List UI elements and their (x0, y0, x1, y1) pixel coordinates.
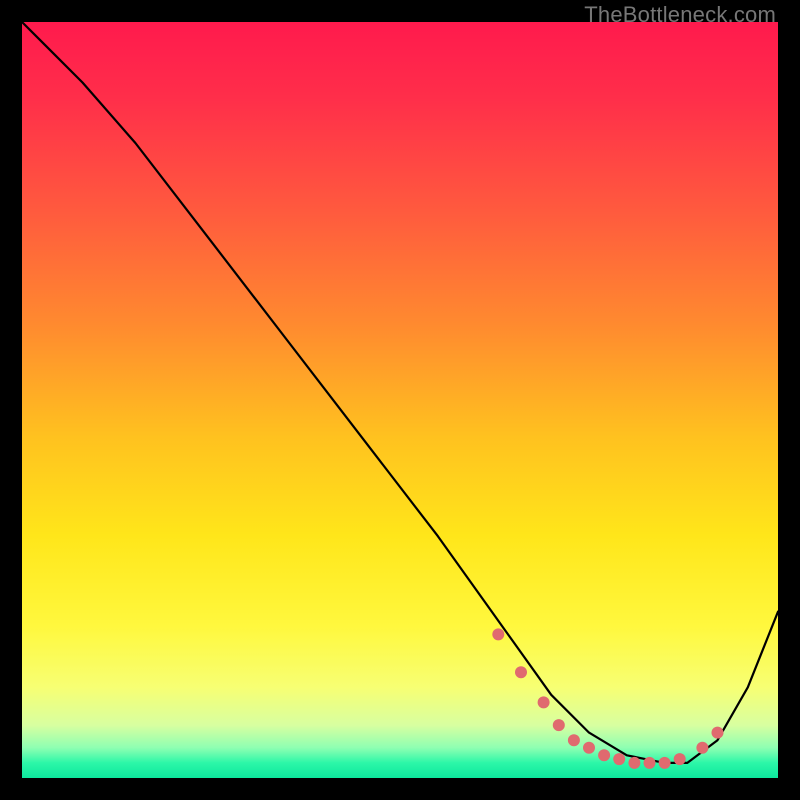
trough-marker (696, 742, 708, 754)
plot-area (22, 22, 778, 778)
trough-marker (515, 666, 527, 678)
trough-marker (644, 757, 656, 769)
trough-marker (492, 628, 504, 640)
trough-marker (583, 742, 595, 754)
trough-marker (598, 749, 610, 761)
trough-marker (659, 757, 671, 769)
trough-marker (613, 753, 625, 765)
trough-marker (674, 753, 686, 765)
trough-marker (553, 719, 565, 731)
curve-svg (22, 22, 778, 778)
bottleneck-curve (22, 22, 778, 763)
chart-frame: TheBottleneck.com (0, 0, 800, 800)
trough-marker (568, 734, 580, 746)
trough-marker (538, 696, 550, 708)
trough-marker (628, 757, 640, 769)
trough-markers (492, 628, 723, 769)
trough-marker (712, 727, 724, 739)
